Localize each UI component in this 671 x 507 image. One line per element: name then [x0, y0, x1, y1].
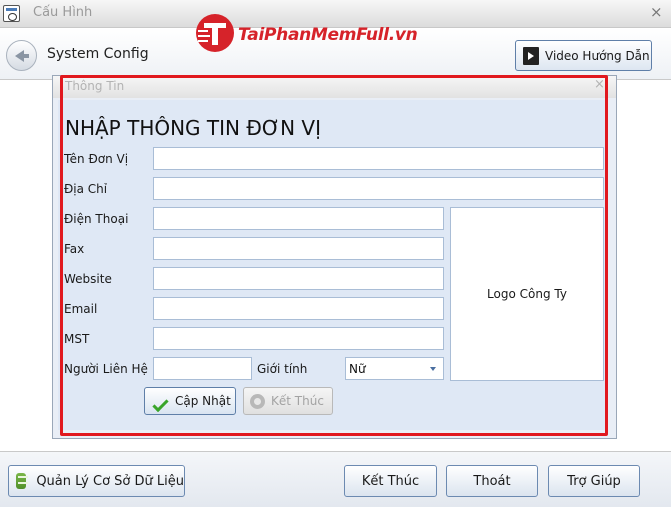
- ten-don-vi-input[interactable]: [153, 147, 604, 170]
- window-title: Cấu Hình: [33, 5, 93, 20]
- label-website: Website: [64, 272, 112, 286]
- video-guide-label: Video Hướng Dẫn: [545, 48, 650, 63]
- label-nguoi-lien-he: Người Liên Hệ: [64, 362, 148, 376]
- dialog-exit-button-label: Kết Thúc: [271, 394, 324, 408]
- gioi-tinh-value: Nữ: [349, 361, 366, 376]
- update-button[interactable]: Cập Nhật: [144, 387, 236, 415]
- dialog-exit-button[interactable]: Kết Thúc: [243, 387, 333, 415]
- quit-button[interactable]: Thoát: [446, 465, 538, 497]
- label-dia-chi: Địa Chỉ: [64, 182, 108, 196]
- help-button[interactable]: Trợ Giúp: [548, 465, 640, 497]
- website-input[interactable]: [153, 267, 444, 290]
- label-fax: Fax: [64, 242, 85, 256]
- video-clapper-icon: [523, 46, 539, 65]
- update-button-label: Cập Nhật: [175, 394, 231, 408]
- dialog-title: Thông Tin: [65, 79, 125, 93]
- label-ten-don-vi: Tên Đơn Vị: [64, 152, 129, 166]
- dia-chi-input[interactable]: [153, 177, 604, 200]
- video-guide-button[interactable]: Video Hướng Dẫn: [515, 40, 652, 71]
- company-logo-label: Logo Công Ty: [487, 287, 567, 301]
- database-manager-label: Quản Lý Cơ Sở Dữ Liệu: [36, 473, 184, 489]
- window-close-button[interactable]: ×: [650, 3, 663, 21]
- form-heading: NHẬP THÔNG TIN ĐƠN VỊ: [65, 116, 322, 140]
- toolbar-title: System Config: [47, 46, 149, 62]
- checkmark-icon: [151, 393, 169, 409]
- database-manager-button[interactable]: Quản Lý Cơ Sở Dữ Liệu: [8, 465, 185, 497]
- stop-icon: [250, 393, 265, 409]
- dialog-close-button[interactable]: ×: [594, 77, 605, 92]
- end-button[interactable]: Kết Thúc: [344, 465, 437, 497]
- window-titlebar: [0, 0, 671, 28]
- chevron-down-icon: [430, 367, 436, 371]
- nguoi-lien-he-input[interactable]: [153, 357, 252, 380]
- dialog-titlebar: [53, 76, 616, 98]
- back-arrow-icon[interactable]: [6, 40, 37, 71]
- label-email: Email: [64, 302, 98, 316]
- fax-input[interactable]: [153, 237, 444, 260]
- database-icon: [16, 473, 29, 489]
- watermark-logo-icon: [196, 14, 234, 52]
- label-mst: MST: [64, 332, 90, 346]
- company-logo-box[interactable]: Logo Công Ty: [450, 207, 604, 381]
- app-icon: [3, 5, 20, 22]
- label-dien-thoai: Điện Thoại: [64, 212, 129, 226]
- email-input[interactable]: [153, 297, 444, 320]
- mst-input[interactable]: [153, 327, 444, 350]
- gioi-tinh-select[interactable]: Nữ: [345, 357, 444, 380]
- watermark-text: TaiPhanMemFull.vn: [238, 25, 418, 45]
- label-gioi-tinh: Giới tính: [257, 362, 308, 376]
- dien-thoai-input[interactable]: [153, 207, 444, 230]
